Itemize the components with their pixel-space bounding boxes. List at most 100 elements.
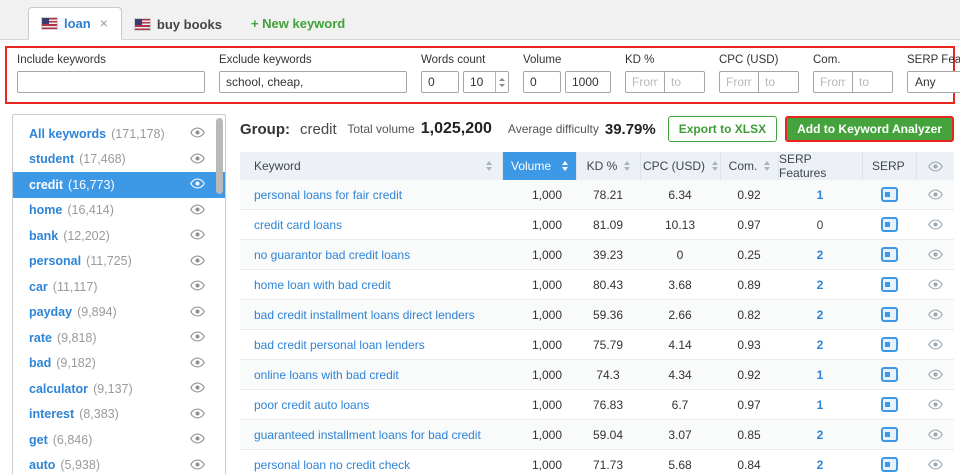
keyword-link[interactable]: home loan with bad credit [254, 278, 391, 292]
serp-preview-icon[interactable] [880, 457, 898, 472]
eye-icon[interactable] [927, 429, 943, 440]
include-keywords-input[interactable] [17, 71, 205, 93]
column-header-kd[interactable]: KD % [576, 152, 640, 180]
column-header-keyword[interactable]: Keyword [240, 152, 502, 180]
serp-features-count[interactable]: 2 [817, 278, 824, 292]
sidebar-group-item[interactable]: calculator (9,137) [13, 376, 225, 402]
keyword-link[interactable]: poor credit auto loans [254, 398, 369, 412]
eye-icon[interactable] [190, 229, 205, 240]
sidebar-group-item[interactable]: home (16,414) [13, 198, 225, 224]
serp-features-count[interactable]: 2 [817, 248, 824, 262]
sidebar-group-item[interactable]: personal (11,725) [13, 249, 225, 275]
serp-preview-icon[interactable] [880, 337, 898, 352]
serp-features-count[interactable]: 1 [817, 398, 824, 412]
volume-from-input[interactable] [523, 71, 561, 93]
eye-icon[interactable] [190, 127, 205, 138]
cpc-from-input[interactable] [719, 71, 759, 93]
column-header-com[interactable]: Com. [720, 152, 778, 180]
eye-icon[interactable] [190, 331, 205, 342]
sidebar-group-item[interactable]: bank (12,202) [13, 223, 225, 249]
serp-features-count[interactable]: 2 [817, 458, 824, 472]
com-from-input[interactable] [813, 71, 853, 93]
serp-preview-icon[interactable] [880, 397, 898, 412]
eye-icon[interactable] [190, 305, 205, 317]
eye-icon[interactable] [190, 280, 205, 291]
serp-preview-icon[interactable] [880, 277, 898, 292]
keyword-link[interactable]: bad credit installment loans direct lend… [254, 308, 475, 322]
words-count-from-input[interactable] [421, 71, 459, 93]
sort-arrows-icon[interactable] [764, 160, 771, 172]
column-header-cpc[interactable]: CPC (USD) [640, 152, 720, 180]
com-to-input[interactable] [853, 71, 893, 93]
eye-icon[interactable] [927, 189, 943, 200]
eye-icon[interactable] [927, 369, 943, 380]
sort-arrows-icon[interactable] [486, 160, 492, 172]
column-header-visibility[interactable] [916, 152, 954, 180]
sidebar-group-item[interactable]: payday (9,894) [13, 300, 225, 326]
eye-icon[interactable] [928, 160, 943, 172]
sort-arrows-icon[interactable] [562, 160, 568, 172]
eye-icon[interactable] [190, 178, 205, 189]
new-keyword-button[interactable]: + New keyword [235, 8, 361, 39]
serp-features-count[interactable]: 0 [817, 218, 824, 232]
eye-icon[interactable] [190, 356, 205, 368]
eye-icon[interactable] [927, 339, 943, 350]
sort-arrows-icon[interactable] [712, 160, 718, 172]
serp-preview-icon[interactable] [880, 247, 898, 262]
eye-icon[interactable] [190, 254, 205, 266]
sidebar-group-item[interactable]: rate (9,818) [13, 325, 225, 351]
serp-preview-icon[interactable] [880, 367, 898, 382]
eye-icon[interactable] [190, 152, 205, 164]
eye-icon[interactable] [927, 459, 943, 470]
tab-loan[interactable]: loan × [28, 7, 122, 40]
serp-features-count[interactable]: 2 [817, 308, 824, 322]
close-tab-icon[interactable]: × [100, 15, 108, 31]
sidebar-group-item[interactable]: car (11,117) [13, 274, 225, 300]
eye-icon[interactable] [190, 203, 205, 215]
serp-preview-icon[interactable] [880, 427, 898, 442]
serp-preview-icon[interactable] [880, 307, 898, 322]
scrollbar-thumb[interactable] [216, 118, 223, 194]
volume-to-input[interactable] [565, 71, 611, 93]
add-to-keyword-analyzer-button[interactable]: Add to Keyword Analyzer [785, 116, 954, 142]
export-xlsx-button[interactable]: Export to XLSX [667, 116, 778, 142]
keyword-link[interactable]: online loans with bad credit [254, 368, 399, 382]
serp-features-count[interactable]: 2 [817, 428, 824, 442]
eye-icon[interactable] [927, 219, 943, 230]
eye-icon[interactable] [927, 399, 943, 410]
sidebar-group-item[interactable]: All keywords (171,178) [13, 121, 225, 147]
keyword-link[interactable]: guaranteed installment loans for bad cre… [254, 428, 481, 442]
tab-buy-books[interactable]: buy books [122, 10, 235, 40]
serp-features-count[interactable]: 1 [817, 188, 824, 202]
sidebar-group-item[interactable]: bad (9,182) [13, 351, 225, 377]
eye-icon[interactable] [190, 382, 205, 393]
eye-icon[interactable] [190, 433, 205, 444]
sidebar-scrollbar[interactable] [216, 118, 223, 474]
eye-icon[interactable] [190, 407, 205, 419]
column-header-volume[interactable]: Volume [502, 152, 576, 180]
eye-icon[interactable] [927, 249, 943, 260]
exclude-keywords-input[interactable] [219, 71, 407, 93]
sidebar-group-item[interactable]: get (6,846) [13, 427, 225, 453]
sidebar-group-item[interactable]: student (17,468) [13, 147, 225, 173]
cpc-to-input[interactable] [759, 71, 799, 93]
serp-features-count[interactable]: 1 [817, 368, 824, 382]
serp-features-select[interactable]: Any [907, 71, 960, 93]
sidebar-group-item[interactable]: interest (8,383) [13, 402, 225, 428]
eye-icon[interactable] [927, 279, 943, 290]
stepper-arrows-icon[interactable] [495, 72, 508, 92]
keyword-link[interactable]: no guarantor bad credit loans [254, 248, 410, 262]
keyword-link[interactable]: personal loan no credit check [254, 458, 410, 472]
kd-from-input[interactable] [625, 71, 665, 93]
sort-arrows-icon[interactable] [624, 160, 631, 172]
eye-icon[interactable] [927, 309, 943, 320]
keyword-link[interactable]: personal loans for fair credit [254, 188, 402, 202]
serp-features-count[interactable]: 2 [817, 338, 824, 352]
sidebar-group-item[interactable]: auto (5,938) [13, 453, 225, 474]
serp-preview-icon[interactable] [880, 187, 898, 202]
serp-preview-icon[interactable] [880, 217, 898, 232]
keyword-link[interactable]: bad credit personal loan lenders [254, 338, 425, 352]
eye-icon[interactable] [190, 458, 205, 470]
keyword-link[interactable]: credit card loans [254, 218, 342, 232]
sidebar-group-item[interactable]: credit (16,773) [13, 172, 225, 198]
